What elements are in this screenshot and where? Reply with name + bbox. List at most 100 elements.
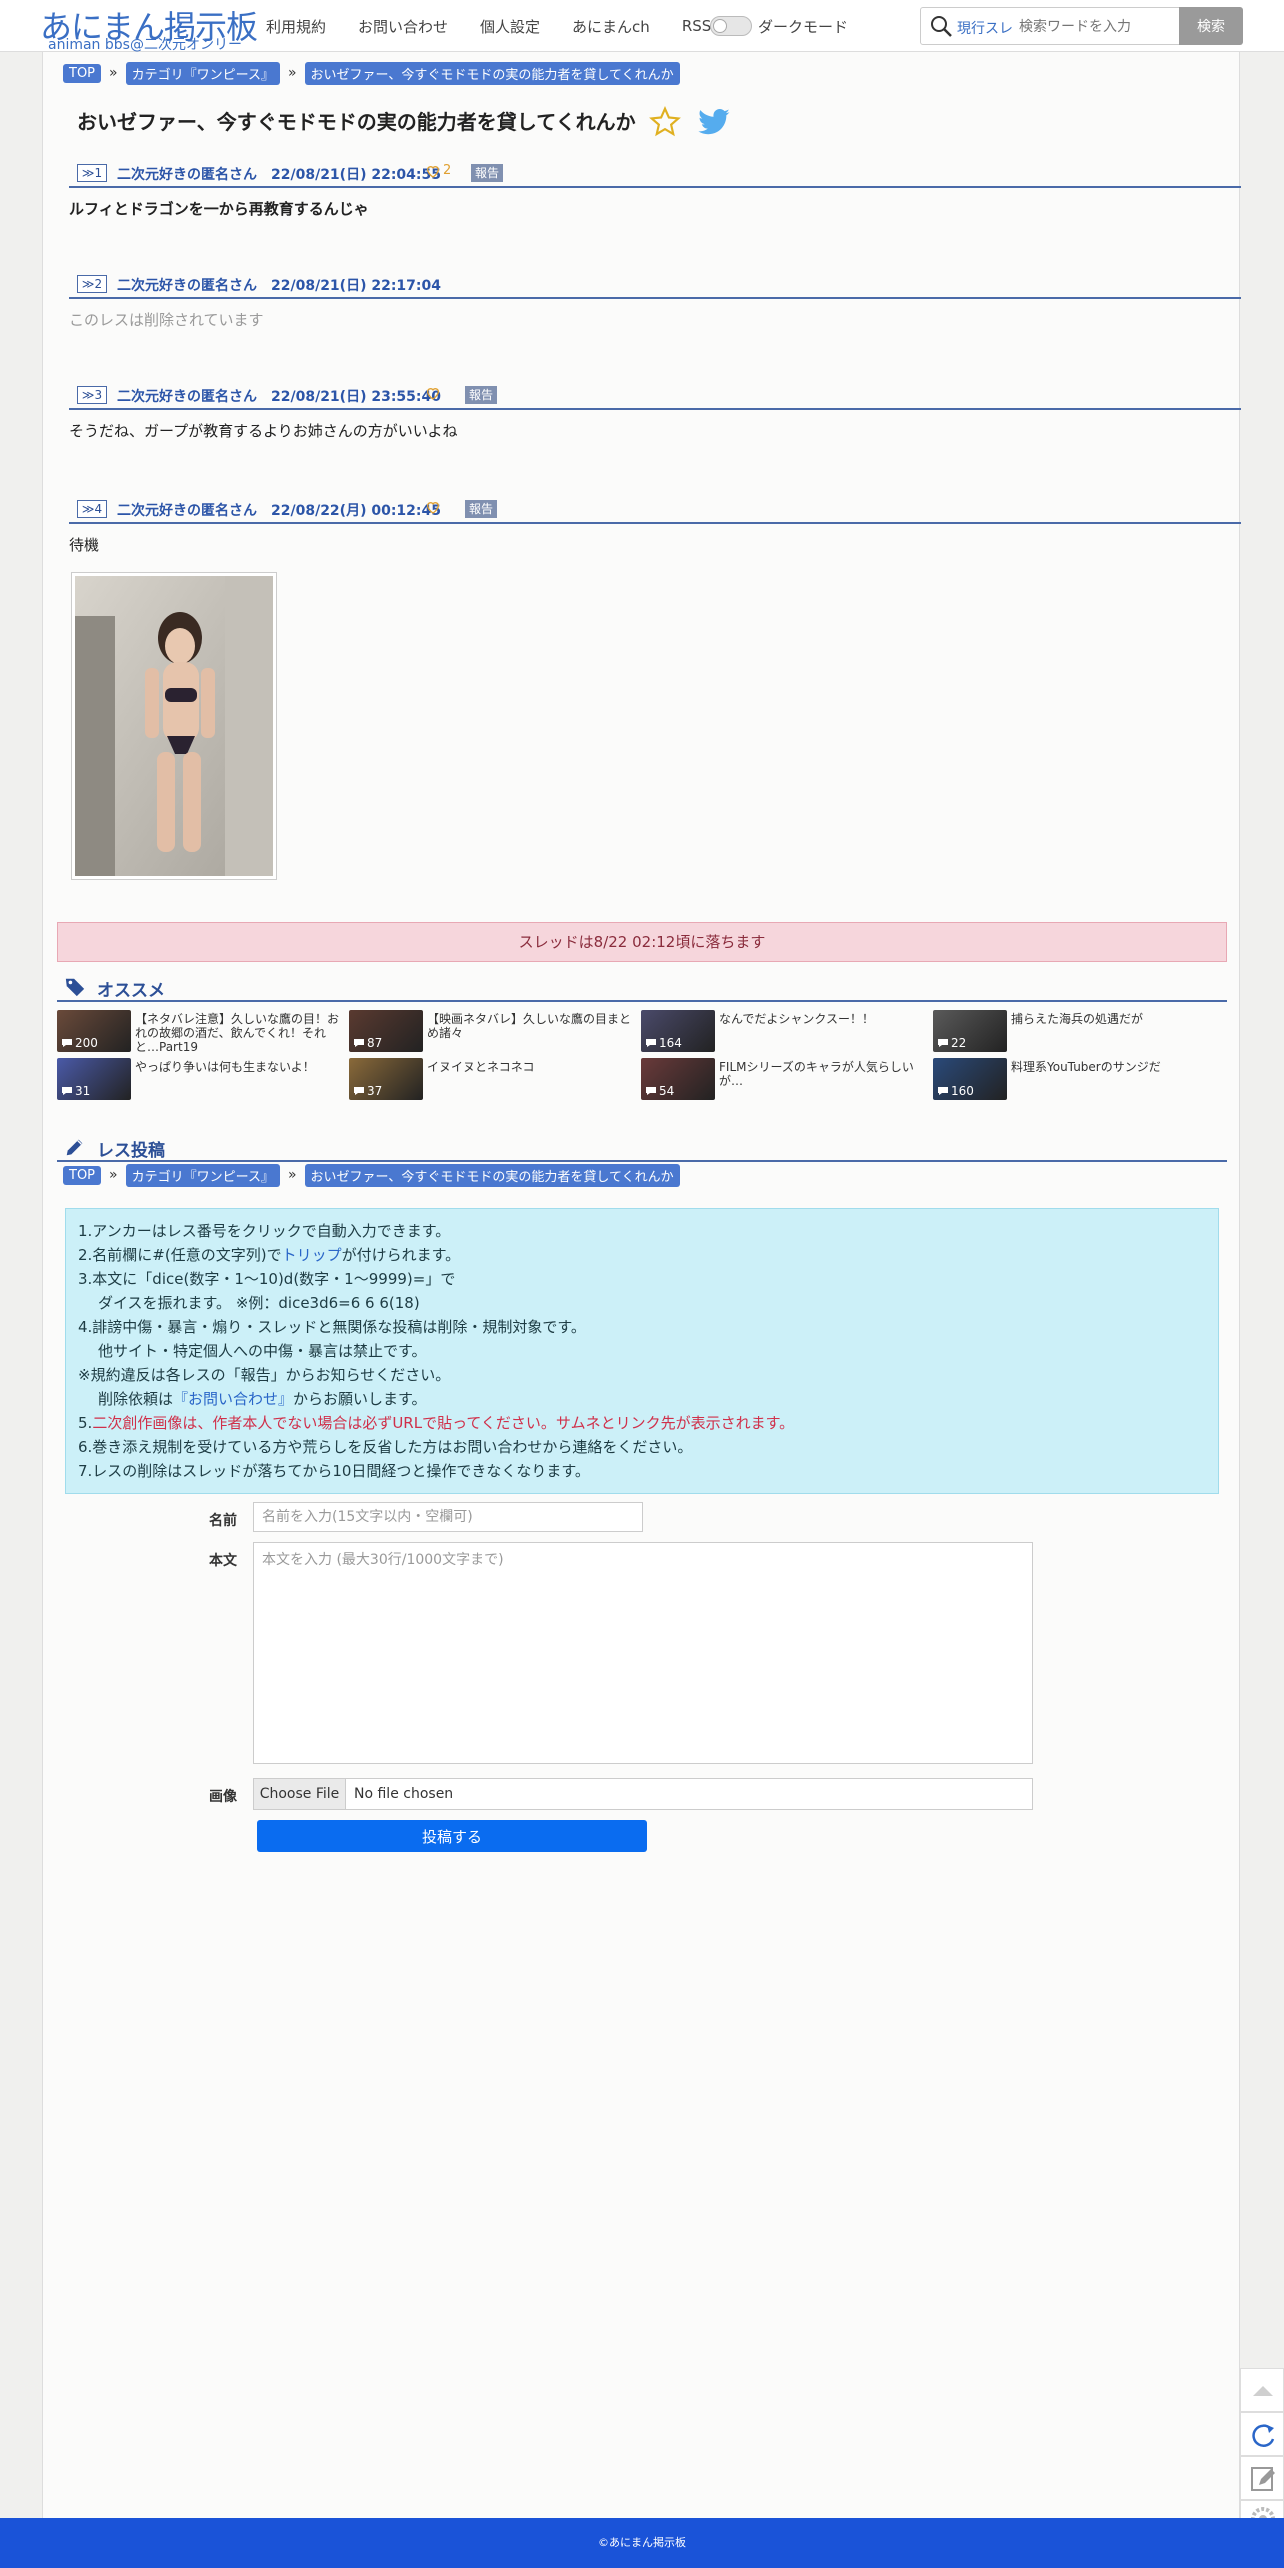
rule-line: 5.二次創作画像は、作者本人でない場合は必ずURLで貼ってください。サムネとリン… xyxy=(78,1411,1206,1435)
recommend-thumbnail: 31 xyxy=(57,1058,131,1100)
search-box: 現行スレ 検索 xyxy=(920,7,1243,45)
post-body: そうだね、ガープが教育するよりお姉さんの方がいいよね xyxy=(69,422,458,440)
recommend-item[interactable]: 87 【映画ネタバレ】久しいな鷹の目まとめ諸々 xyxy=(349,1010,639,1052)
image-file-input[interactable]: Choose File No file chosen xyxy=(253,1778,1033,1810)
recommend-comment-count: 200 xyxy=(75,1036,98,1050)
rule-text: が付けられます。 xyxy=(341,1246,461,1264)
recommend-title: やっぱり争いは何も生まないよ！ xyxy=(135,1060,315,1074)
crumb-separator: » xyxy=(109,65,118,81)
site-logo[interactable]: あにまん掲示板 animan bbs@二次元オンリー xyxy=(40,0,258,53)
breadcrumb-bottom: TOP » カテゴリ『ワンピース』 » おいゼファー、今すぐモドモドの実の能力者… xyxy=(63,1163,680,1187)
nav-settings[interactable]: 個人設定 xyxy=(480,16,540,37)
post-2: ≫2 二次元好きの匿名さん 22/08/21(日) 22:17:04 このレスは… xyxy=(69,273,1241,330)
thread-title: おいゼファー、今すぐモドモドの実の能力者を貸してくれんか xyxy=(77,110,636,134)
trip-link[interactable]: トリップ xyxy=(282,1246,342,1264)
rule-line: 7.レスの削除はスレッドが落ちてから10日間経つと操作できなくなります。 xyxy=(78,1462,590,1480)
settings-button[interactable] xyxy=(1240,2500,1284,2531)
search-button[interactable]: 検索 xyxy=(1179,7,1243,45)
post-anchor[interactable]: ≫2 xyxy=(77,275,107,293)
post-meta: 二次元好きの匿名さん 22/08/21(日) 23:55:40 xyxy=(117,389,441,405)
post-anchor[interactable]: ≫1 xyxy=(77,164,107,182)
post-meta: 二次元好きの匿名さん 22/08/21(日) 22:17:04 xyxy=(117,278,441,294)
like-heart-icon[interactable] xyxy=(425,385,441,401)
post-1: ≫1 二次元好きの匿名さん 22/08/21(日) 22:04:55 2 報告 … xyxy=(69,162,1241,219)
recommend-item[interactable]: 31 やっぱり争いは何も生まないよ！ xyxy=(57,1058,347,1100)
nav-rss[interactable]: RSS xyxy=(682,17,711,35)
nav-animanch[interactable]: あにまんch xyxy=(572,16,650,37)
file-status: No file chosen xyxy=(354,1786,454,1802)
crumb-category[interactable]: カテゴリ『ワンピース』 xyxy=(125,61,280,85)
crumb-category[interactable]: カテゴリ『ワンピース』 xyxy=(125,1163,280,1187)
compose-button[interactable] xyxy=(1240,2456,1284,2500)
crumb-separator: » xyxy=(287,1167,297,1183)
like-heart-icon[interactable] xyxy=(425,163,441,179)
crumb-separator: » xyxy=(109,1167,118,1183)
comment-icon xyxy=(354,1039,364,1047)
choose-file-button[interactable]: Choose File xyxy=(254,1779,346,1809)
recommend-section-header: オススメ xyxy=(57,972,1227,1002)
image-label: 画像 xyxy=(209,1789,237,1805)
recommend-item[interactable]: 37 イヌイヌとネコネコ xyxy=(349,1058,639,1100)
post-anchor[interactable]: ≫3 xyxy=(77,386,107,404)
post-body: ルフィとドラゴンを一から再教育するんじゃ xyxy=(69,200,369,218)
search-input[interactable] xyxy=(1019,12,1159,42)
post-meta: 二次元好きの匿名さん 22/08/21(日) 22:04:55 xyxy=(117,167,441,183)
search-icon xyxy=(931,16,952,37)
comment-icon xyxy=(646,1087,656,1095)
crumb-thread[interactable]: おいゼファー、今すぐモドモドの実の能力者を貸してくれんか xyxy=(304,61,680,85)
edit-icon xyxy=(1251,2467,1275,2491)
post-image-thumbnail[interactable] xyxy=(71,572,277,880)
toggle-knob xyxy=(713,19,727,33)
rule-line: 削除依頼は『お問い合わせ』からお願いします。 xyxy=(78,1387,1206,1411)
search-scope-select[interactable]: 現行スレ xyxy=(957,18,1013,38)
post-anchor[interactable]: ≫4 xyxy=(77,500,107,518)
recommend-item[interactable]: 54 FILMシリーズのキャラが人気らしいが… xyxy=(641,1058,931,1100)
report-button[interactable]: 報告 xyxy=(471,164,504,182)
comment-icon xyxy=(938,1039,948,1047)
rule-line: 4.誹謗中傷・暴言・煽り・スレッドと無関係な投稿は削除・規制対象です。 xyxy=(78,1318,586,1336)
rule-warning: 二次創作画像は、作者本人でない場合は必ずURLで貼ってください。サムネとリンク先… xyxy=(92,1414,795,1432)
recommend-item[interactable]: 164 なんでだよシャンクスー！！ xyxy=(641,1010,931,1052)
post-header: ≫3 二次元好きの匿名さん 22/08/21(日) 23:55:40 報告 xyxy=(69,384,1241,410)
name-label: 名前 xyxy=(209,1513,237,1529)
crumb-top[interactable]: TOP xyxy=(63,1165,102,1185)
name-input[interactable] xyxy=(253,1502,643,1532)
scroll-top-button[interactable] xyxy=(1240,2368,1284,2412)
site-header: あにまん掲示板 animan bbs@二次元オンリー 利用規約 お問い合わせ 個… xyxy=(0,0,1284,53)
submit-post-button[interactable]: 投稿する xyxy=(257,1820,647,1852)
rule-line: ダイスを振れます。 ※例：dice3d6=6 6 6(18) xyxy=(98,1294,420,1312)
dark-mode-label: ダークモード xyxy=(758,18,849,36)
tag-icon xyxy=(65,978,85,997)
comment-icon xyxy=(62,1039,72,1047)
contact-link[interactable]: 『お問い合わせ』 xyxy=(173,1390,293,1408)
recommend-thumbnail: 54 xyxy=(641,1058,715,1100)
pencil-icon xyxy=(66,1139,83,1156)
like-heart-icon[interactable] xyxy=(425,499,441,515)
recommend-title: FILMシリーズのキャラが人気らしいが… xyxy=(719,1060,914,1088)
crumb-top[interactable]: TOP xyxy=(63,63,102,83)
recommend-item[interactable]: 160 料理系YouTuberのサンジだ xyxy=(933,1058,1223,1100)
report-button[interactable]: 報告 xyxy=(465,386,498,404)
recommend-comment-count: 37 xyxy=(367,1084,383,1098)
recommend-title: イヌイヌとネコネコ xyxy=(427,1060,535,1074)
reply-section-header: レス投稿 xyxy=(57,1132,1227,1162)
favorite-star-icon[interactable] xyxy=(649,106,681,138)
dark-mode-toggle[interactable] xyxy=(710,16,752,36)
recommend-thumbnail: 164 xyxy=(641,1010,715,1052)
logo-subtitle: animan bbs@二次元オンリー xyxy=(48,37,242,53)
recommend-item[interactable]: 200 【ネタバレ注意】久しいな鷹の目！おれの故郷の酒だ、飲んでくれ！それと…Pa… xyxy=(57,1010,347,1052)
recommend-item[interactable]: 22 捕らえた海兵の処遇だが xyxy=(933,1010,1223,1052)
report-button[interactable]: 報告 xyxy=(465,500,498,518)
nav-terms[interactable]: 利用規約 xyxy=(266,16,326,37)
comment-icon xyxy=(646,1039,656,1047)
recommend-title: 【ネタバレ注意】久しいな鷹の目！おれの故郷の酒だ、飲んでくれ！それと…Part1… xyxy=(135,1012,340,1052)
recommend-title: 【映画ネタバレ】久しいな鷹の目まとめ諸々 xyxy=(427,1012,632,1040)
thread-drop-notice: スレッドは8/22 02:12頃に落ちます xyxy=(57,922,1227,962)
recommend-thumbnail: 160 xyxy=(933,1058,1007,1100)
reply-title: レス投稿 xyxy=(97,1141,165,1161)
twitter-share-icon[interactable] xyxy=(697,108,731,138)
reload-button[interactable] xyxy=(1240,2412,1284,2456)
nav-contact[interactable]: お問い合わせ xyxy=(358,16,448,37)
crumb-thread[interactable]: おいゼファー、今すぐモドモドの実の能力者を貸してくれんか xyxy=(304,1163,680,1187)
body-textarea[interactable] xyxy=(253,1542,1033,1764)
